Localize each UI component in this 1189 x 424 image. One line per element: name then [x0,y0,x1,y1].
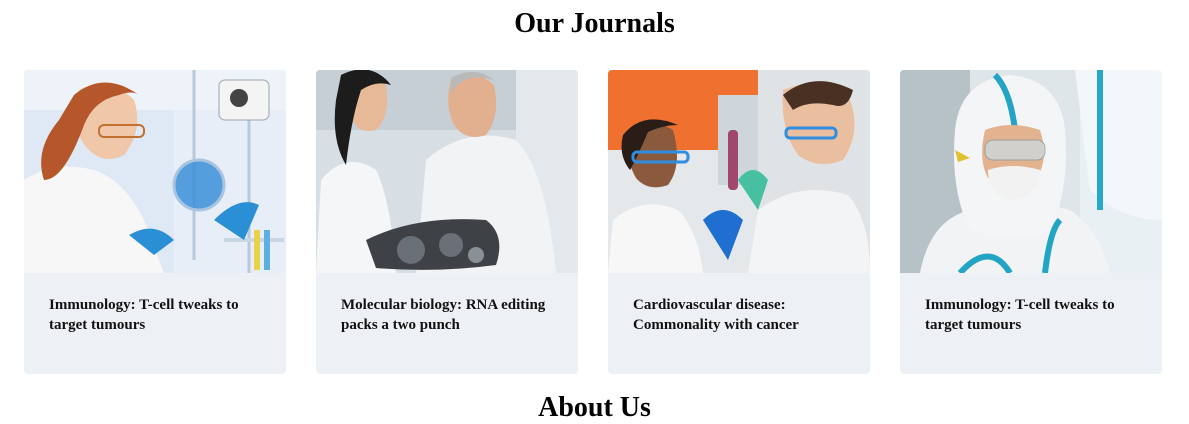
hazmat-suit-scientist-photo [900,70,1162,273]
journal-title[interactable]: Cardiovascular disease: Commonality with… [633,295,845,335]
journal-card[interactable]: Molecular biology: RNA editing packs a t… [316,70,578,374]
journal-card[interactable]: Immunology: T-cell tweaks to target tumo… [900,70,1162,374]
journal-title[interactable]: Immunology: T-cell tweaks to target tumo… [925,295,1137,335]
section-title: Our Journals [514,8,675,39]
scientists-examining-engine-photo [316,70,578,273]
scientist-lab-glassware-photo [24,70,286,273]
journal-card[interactable]: Immunology: T-cell tweaks to target tumo… [24,70,286,374]
journal-cards: Immunology: T-cell tweaks to target tumo… [24,70,1164,374]
journal-title[interactable]: Molecular biology: RNA editing packs a t… [341,295,553,335]
journal-title[interactable]: Immunology: T-cell tweaks to target tumo… [49,295,261,335]
journal-card[interactable]: Cardiovascular disease: Commonality with… [608,70,870,374]
scientists-test-tube-photo [608,70,870,273]
about-us-title: About Us [538,392,651,423]
